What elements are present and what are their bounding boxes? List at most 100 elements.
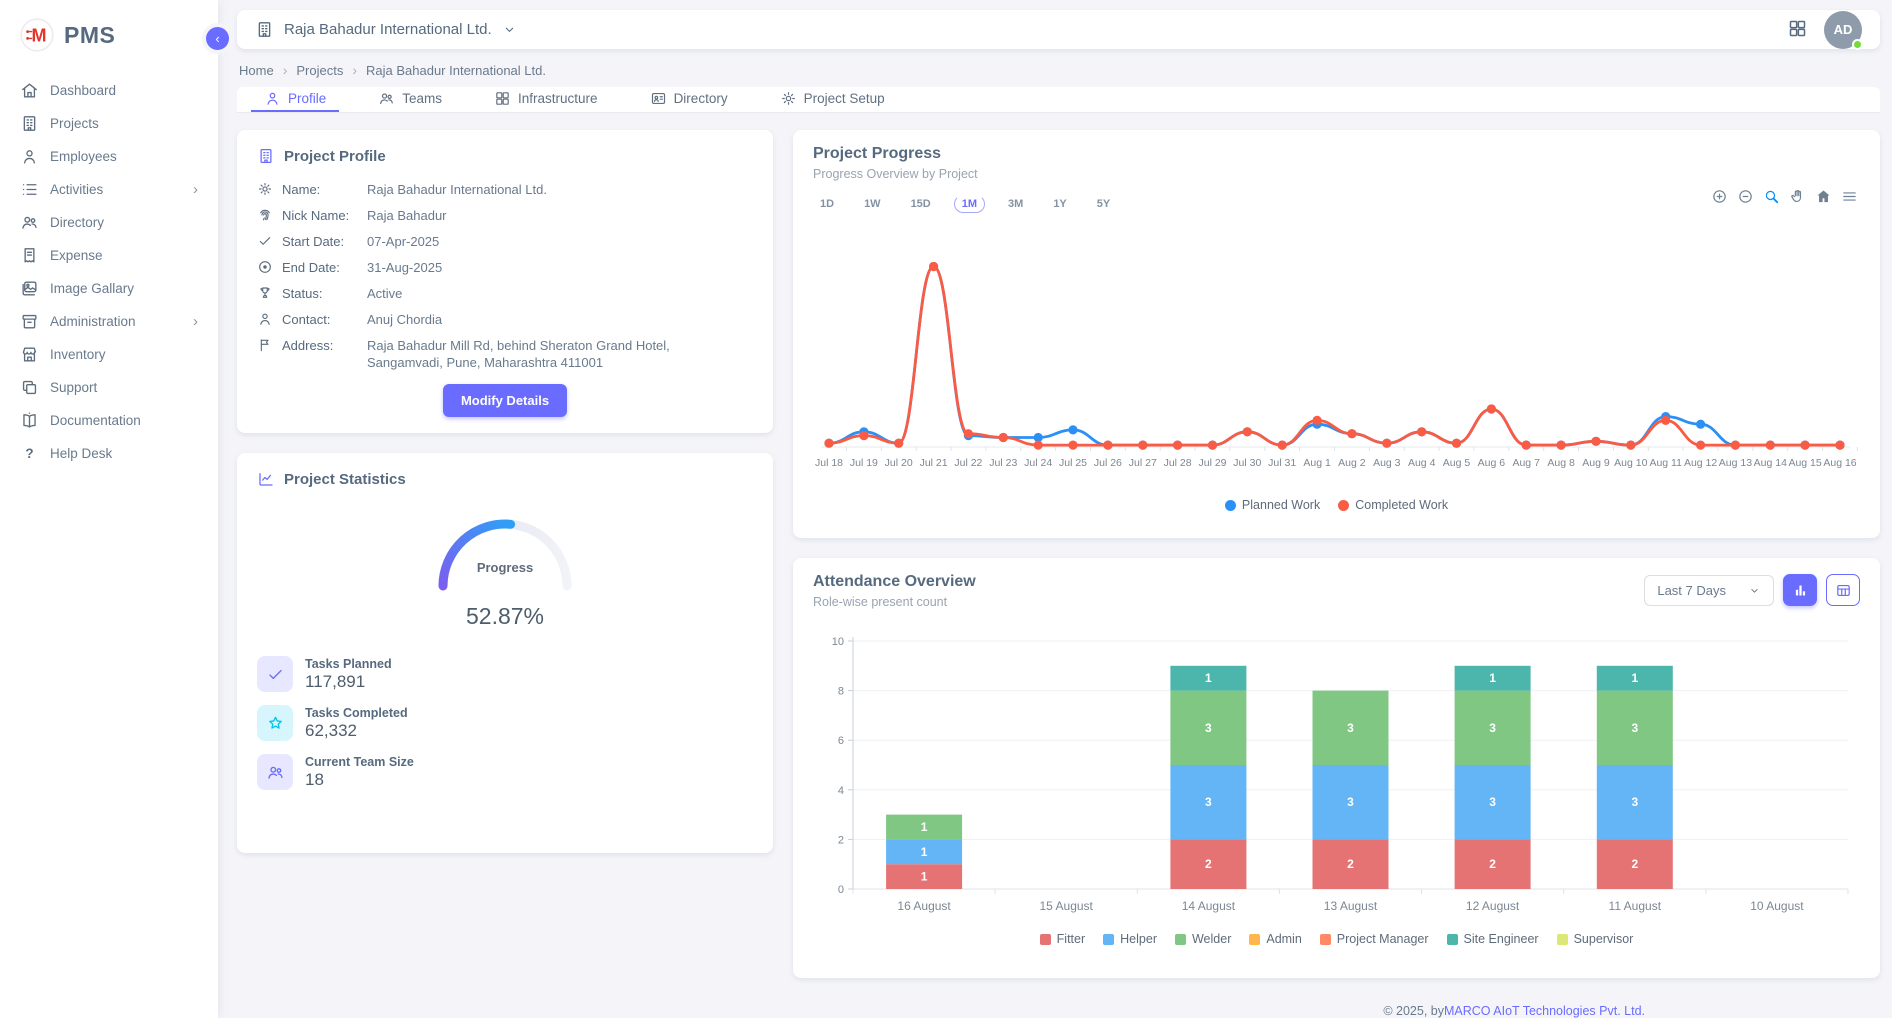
selection-zoom-icon (1763, 188, 1780, 205)
bar-view-button[interactable] (1783, 574, 1817, 606)
person-icon (264, 90, 281, 107)
table-view-button[interactable] (1826, 574, 1860, 606)
sidebar: M PMS Dashboard ProjectsEmployeesActiviti… (0, 0, 218, 1018)
field-value: 07-Apr-2025 (367, 233, 439, 250)
svg-text:2: 2 (1347, 857, 1354, 871)
range-button-1w[interactable]: 1W (857, 196, 888, 212)
field-value: Active (367, 285, 402, 302)
left-column: Project Profile Name:Raja Bahadur Intern… (237, 130, 773, 853)
attendance-chart: 024681011116 August15 August233114 Augus… (813, 631, 1860, 926)
tab-project-setup[interactable]: Project Setup (767, 87, 898, 112)
svg-text:Jul 18: Jul 18 (815, 457, 843, 469)
flag-icon (257, 337, 273, 353)
person-icon (257, 311, 273, 327)
sidebar-item-expense[interactable]: Expense (8, 239, 210, 272)
range-button-3m[interactable]: 3M (1001, 196, 1030, 212)
sidebar-item-employees[interactable]: Employees (8, 140, 210, 173)
attendance-overview-card: Attendance Overview Role-wise present co… (793, 558, 1880, 978)
gear-icon (257, 181, 273, 197)
legend-helper[interactable]: Helper (1103, 932, 1157, 946)
sidebar-item-help-desk[interactable]: ?Help Desk (8, 437, 210, 470)
range-button-1m[interactable]: 1M (954, 195, 985, 213)
sidebar-item-administration[interactable]: Administration› (8, 305, 210, 338)
legend-project-manager[interactable]: Project Manager (1320, 932, 1429, 946)
copy-icon (20, 378, 39, 397)
sidebar-item-inventory[interactable]: Inventory (8, 338, 210, 371)
legend-admin[interactable]: Admin (1249, 932, 1301, 946)
svg-text:Jul 30: Jul 30 (1233, 457, 1261, 469)
sidebar-item-image-gallary[interactable]: Image Gallary (8, 272, 210, 305)
profile-field-name-: Name:Raja Bahadur International Ltd. (257, 181, 753, 198)
sidebar-item-label: Support (50, 380, 97, 395)
range-button-15d[interactable]: 15D (904, 196, 938, 212)
svg-text:Aug 11: Aug 11 (1649, 457, 1682, 469)
stat-label: Current Team Size (305, 755, 414, 769)
range-button-1d[interactable]: 1D (813, 196, 841, 212)
legend-planned-work[interactable]: Planned Work (1225, 498, 1320, 512)
toolbar-pan-button[interactable] (1789, 188, 1806, 208)
sidebar-item-label: Dashboard (50, 83, 116, 98)
sidebar-item-documentation[interactable]: Documentation (8, 404, 210, 437)
home-icon (20, 81, 39, 100)
zoom-in-icon (1711, 188, 1728, 205)
receipt-icon (20, 246, 39, 265)
breadcrumb-item-projects[interactable]: Projects (296, 63, 343, 78)
tab-profile[interactable]: Profile (251, 87, 339, 112)
avatar[interactable]: AD (1824, 11, 1862, 49)
sidebar-collapse-button[interactable]: ‹ (206, 27, 229, 50)
legend-completed-work[interactable]: Completed Work (1338, 498, 1448, 512)
range-button-5y[interactable]: 5Y (1090, 196, 1117, 212)
svg-text:10 August: 10 August (1750, 899, 1804, 913)
toolbar-zoom-out-button[interactable] (1737, 188, 1754, 208)
circle-dot-icon (257, 259, 273, 275)
footer-company-link[interactable]: MARCO AIoT Technologies Pvt. Ltd. (1444, 1004, 1645, 1018)
company-selector[interactable]: Raja Bahadur International Ltd. (255, 20, 517, 39)
svg-text:3: 3 (1205, 721, 1212, 735)
svg-text:Aug 16: Aug 16 (1823, 457, 1856, 469)
sidebar-item-support[interactable]: Support (8, 371, 210, 404)
topbar: Raja Bahadur International Ltd. AD (237, 10, 1880, 49)
range-button-1y[interactable]: 1Y (1046, 196, 1073, 212)
attendance-range-select[interactable]: Last 7 Days (1644, 575, 1774, 606)
app-root: M PMS DashboardProjectsEmployeesActiviti… (0, 0, 1892, 1018)
svg-text:16 August: 16 August (897, 899, 951, 913)
tab-infrastructure[interactable]: Infrastructure (481, 87, 611, 112)
sidebar-item-projects[interactable]: Projects (8, 107, 210, 140)
svg-text:2: 2 (1205, 857, 1212, 871)
legend-supervisor[interactable]: Supervisor (1557, 932, 1634, 946)
legend-label: Supervisor (1574, 932, 1634, 946)
bar-chart-svg: 024681011116 August15 August233114 Augus… (813, 631, 1858, 923)
sidebar-item-directory[interactable]: Directory (8, 206, 210, 239)
sidebar-item-label: Image Gallary (50, 281, 134, 296)
sidebar-item-dashboard[interactable]: Dashboard (8, 74, 210, 107)
stat-item-current-team-size: Current Team Size18 (257, 754, 753, 790)
legend-fitter[interactable]: Fitter (1040, 932, 1085, 946)
chevron-right-icon: › (193, 182, 198, 197)
project-progress-subtitle: Progress Overview by Project (813, 167, 1860, 181)
people-icon (266, 763, 285, 782)
legend-marker (1447, 934, 1458, 945)
toolbar-selection-zoom-button[interactable] (1763, 188, 1780, 208)
breadcrumb-item-home[interactable]: Home (239, 63, 274, 78)
brand[interactable]: M PMS (0, 14, 218, 68)
legend-welder[interactable]: Welder (1175, 932, 1231, 946)
modify-details-button[interactable]: Modify Details (443, 384, 567, 417)
footer: © 2025, by MARCO AIoT Technologies Pvt. … (793, 998, 1880, 1018)
tab-label: Infrastructure (518, 91, 598, 106)
tab-directory[interactable]: Directory (637, 87, 741, 112)
legend-marker (1103, 934, 1114, 945)
toolbar-menu-button[interactable] (1841, 188, 1858, 208)
profile-field-start-date-: Start Date:07-Apr-2025 (257, 233, 753, 250)
tab-teams[interactable]: Teams (365, 87, 455, 112)
toolbar-zoom-in-button[interactable] (1711, 188, 1728, 208)
archive-icon (20, 312, 39, 331)
toolbar-home-reset-button[interactable] (1815, 188, 1832, 208)
legend-label: Site Engineer (1464, 932, 1539, 946)
store-icon (20, 345, 39, 364)
svg-text:1: 1 (921, 870, 928, 884)
legend-site-engineer[interactable]: Site Engineer (1447, 932, 1539, 946)
apps-grid-button[interactable] (1787, 18, 1808, 42)
svg-text:Aug 1: Aug 1 (1303, 457, 1331, 469)
sidebar-item-activities[interactable]: Activities› (8, 173, 210, 206)
check-icon (266, 665, 285, 684)
